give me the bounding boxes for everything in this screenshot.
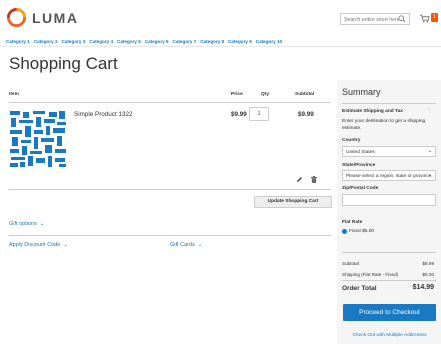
product-price: $9.99 xyxy=(231,111,247,118)
edit-pencil-icon[interactable] xyxy=(296,176,303,183)
cart-icon[interactable] xyxy=(420,14,430,23)
country-select[interactable]: United States ⌄ xyxy=(342,146,436,157)
search-icon[interactable] xyxy=(398,15,406,23)
gift-divider xyxy=(9,235,331,236)
nav-category-5[interactable]: Category 5 xyxy=(117,39,141,44)
state-select[interactable]: Please select a region, state or provinc… xyxy=(342,170,436,181)
summary-divider xyxy=(342,103,436,104)
chevron-down-icon: ⌄ xyxy=(427,149,432,154)
gift-cards-label: Gift Cards xyxy=(170,242,195,248)
nav-category-10[interactable]: Category 10 xyxy=(256,39,282,44)
col-header-price: Price xyxy=(231,92,243,97)
apply-discount-label: Apply Discount Code xyxy=(9,242,61,248)
nav-category-8[interactable]: Category 8 xyxy=(200,39,224,44)
gift-cards-toggle[interactable]: Gift Cards ⌄ xyxy=(170,242,202,248)
country-value: United States xyxy=(346,149,375,155)
multi-address-checkout-link[interactable]: Check Out with Multiple Addresses xyxy=(343,333,436,338)
col-header-subtotal: Subtotal xyxy=(295,92,315,97)
gift-options-label: Gift options xyxy=(9,221,37,227)
order-total-divider xyxy=(342,280,436,281)
summary-title: Summary xyxy=(342,87,381,97)
chevron-up-icon[interactable]: ⌃ xyxy=(427,108,431,114)
product-name-link[interactable]: Simple Product 1322 xyxy=(74,111,132,118)
product-subtotal: $9.99 xyxy=(298,111,314,118)
category-nav: Category 1 Category 2 Category 3 Categor… xyxy=(6,39,282,44)
apply-discount-toggle[interactable]: Apply Discount Code ⌄ xyxy=(9,242,68,248)
shipping-label: Shipping (Flat Rate - Fixed) xyxy=(342,272,399,277)
zip-label: Zip/Postal Code xyxy=(342,186,379,191)
update-cart-button[interactable]: Update Shopping Cart xyxy=(254,196,332,208)
chevron-down-icon: ⌄ xyxy=(63,242,68,248)
zip-input[interactable] xyxy=(342,194,436,206)
chevron-down-icon: ⌄ xyxy=(197,242,203,248)
nav-category-3[interactable]: Category 3 xyxy=(62,39,86,44)
order-total-value: $14.99 xyxy=(412,284,434,291)
shipping-value: $5.00 xyxy=(422,272,435,277)
luma-logo-text[interactable]: LUMA xyxy=(32,10,78,26)
product-image[interactable] xyxy=(9,110,67,168)
nav-divider xyxy=(0,46,441,47)
nav-category-1[interactable]: Category 1 xyxy=(6,39,30,44)
proceed-to-checkout-button[interactable]: Proceed to Checkout xyxy=(343,304,436,321)
nav-category-2[interactable]: Category 2 xyxy=(34,39,58,44)
nav-category-9[interactable]: Category 9 xyxy=(228,39,252,44)
nav-category-4[interactable]: Category 4 xyxy=(89,39,113,44)
cart-count-badge[interactable]: 1 xyxy=(431,13,438,22)
state-label: State/Province xyxy=(342,163,376,168)
country-label: Country xyxy=(342,138,361,143)
estimate-shipping-toggle[interactable]: Estimate Shipping and Tax xyxy=(342,109,403,114)
gift-options-toggle[interactable]: Gift options ⌄ xyxy=(9,221,44,227)
luma-logo-icon[interactable] xyxy=(7,8,26,27)
subtotal-value: $9.99 xyxy=(422,261,435,266)
subtotal-label: Subtotal xyxy=(342,261,359,266)
estimate-description: Enter your destination to get a shipping… xyxy=(342,119,426,131)
nav-category-7[interactable]: Category 7 xyxy=(173,39,197,44)
table-header-divider xyxy=(9,102,331,103)
chevron-down-icon: ⌄ xyxy=(427,173,432,178)
flat-rate-title: Flat Rate xyxy=(342,220,363,225)
order-total-label: Order Total xyxy=(342,285,377,292)
totals-divider xyxy=(342,252,436,253)
flat-rate-radio[interactable] xyxy=(342,229,347,234)
qty-input[interactable]: 1 xyxy=(249,107,269,121)
flat-rate-option[interactable]: Fixed $5.00 xyxy=(349,229,374,234)
col-header-item: Item xyxy=(9,92,19,97)
trash-icon[interactable] xyxy=(311,176,317,183)
chevron-down-icon: ⌄ xyxy=(39,221,45,227)
page-title: Shopping Cart xyxy=(9,54,118,73)
nav-category-6[interactable]: Category 6 xyxy=(145,39,169,44)
state-value: Please select a region, state or provinc… xyxy=(346,173,433,179)
col-header-qty: Qty xyxy=(261,92,269,97)
item-row-divider xyxy=(9,189,331,190)
